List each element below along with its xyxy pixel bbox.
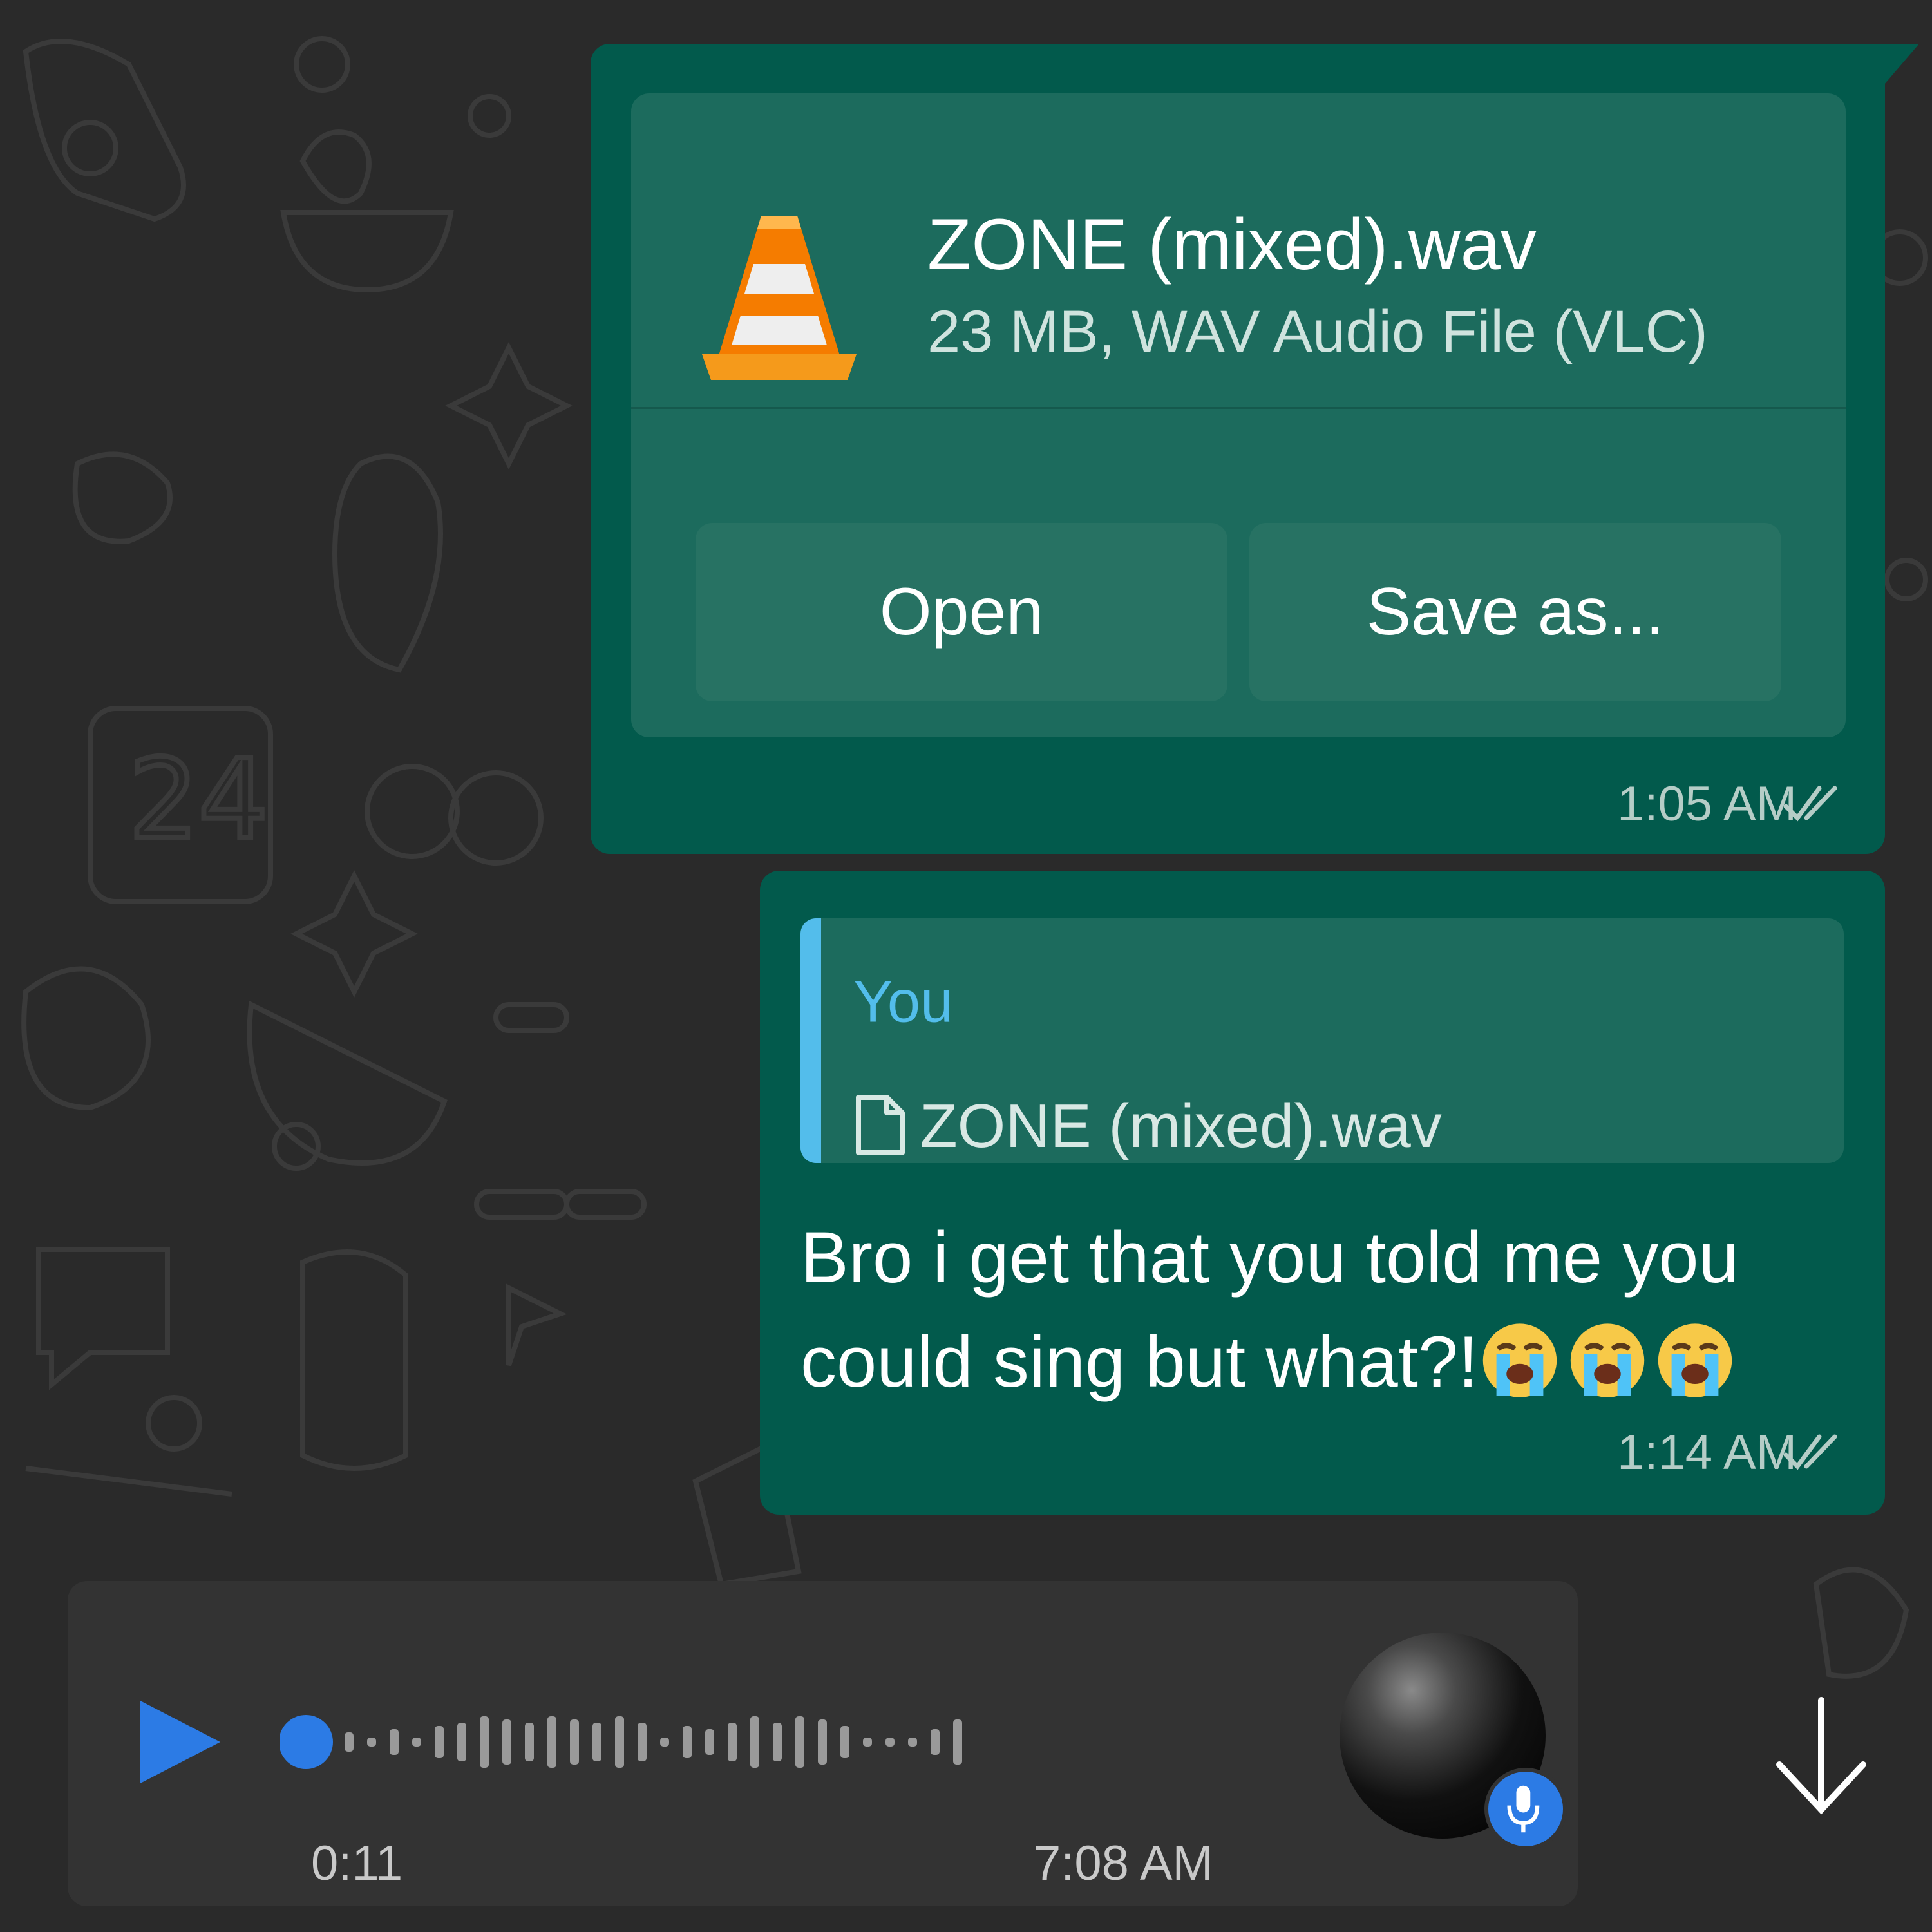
message-timestamp: 1:05 AM bbox=[1617, 777, 1797, 831]
waveform-bar bbox=[660, 1738, 669, 1747]
double-check-icon bbox=[1783, 1434, 1837, 1470]
message-timestamp: 1:14 AM bbox=[1617, 1425, 1797, 1480]
svg-text:24: 24 bbox=[129, 736, 268, 864]
waveform-bar bbox=[345, 1732, 354, 1752]
waveform-bar bbox=[840, 1726, 849, 1758]
waveform-bar bbox=[773, 1723, 782, 1761]
bubble-tail bbox=[1880, 44, 1919, 89]
waveform-bar bbox=[728, 1723, 737, 1761]
voice-duration: 0:11 bbox=[311, 1836, 403, 1891]
voice-timestamp: 7:08 AM bbox=[1034, 1836, 1213, 1891]
waveform-bar bbox=[705, 1729, 714, 1755]
file-message-bubble: ZONE (mixed).wav 23 MB, WAV Audio File (… bbox=[591, 44, 1885, 854]
reply-message-bubble: You ZONE (mixed).wav Bro i get that you … bbox=[760, 871, 1885, 1515]
file-info: ZONE (mixed).wav 23 MB, WAV Audio File (… bbox=[631, 93, 1846, 409]
quoted-file-name: ZONE (mixed).wav bbox=[920, 1092, 1442, 1160]
loudly-crying-face-icon bbox=[1658, 1323, 1732, 1397]
save-as-button[interactable]: Save as... bbox=[1249, 523, 1781, 701]
loudly-crying-face-icon bbox=[1483, 1323, 1557, 1397]
waveform-bar bbox=[457, 1723, 466, 1761]
file-details: 23 MB, WAV Audio File (VLC) bbox=[927, 299, 1708, 365]
waveform-bar bbox=[818, 1719, 827, 1765]
waveform-bar bbox=[367, 1738, 376, 1747]
document-icon bbox=[856, 1095, 905, 1155]
open-button[interactable]: Open bbox=[696, 523, 1227, 701]
mic-badge bbox=[1484, 1768, 1567, 1850]
file-name: ZONE (mixed).wav bbox=[927, 204, 1537, 285]
waveform-bar bbox=[570, 1719, 579, 1765]
waveform-bar bbox=[435, 1726, 444, 1758]
vlc-cone-icon bbox=[702, 216, 857, 380]
waveform-bar bbox=[412, 1738, 421, 1747]
waveform-bar bbox=[390, 1729, 399, 1755]
microphone-icon bbox=[1507, 1785, 1540, 1833]
waveform-bar bbox=[615, 1716, 624, 1768]
play-icon[interactable] bbox=[135, 1697, 225, 1787]
waveform-bar bbox=[931, 1729, 940, 1755]
loudly-crying-face-icon bbox=[1571, 1323, 1645, 1397]
quote-accent-bar bbox=[800, 918, 821, 1163]
quoted-message[interactable]: You ZONE (mixed).wav bbox=[800, 918, 1844, 1163]
waveform-bar bbox=[547, 1716, 556, 1768]
quoted-author: You bbox=[853, 969, 954, 1035]
double-check-icon bbox=[1783, 786, 1837, 822]
waveform-bar bbox=[795, 1716, 804, 1768]
waveform-bar bbox=[480, 1716, 489, 1768]
file-attachment-card[interactable]: ZONE (mixed).wav 23 MB, WAV Audio File (… bbox=[631, 93, 1846, 737]
waveform-bar bbox=[750, 1716, 759, 1768]
waveform-bar bbox=[638, 1723, 647, 1761]
waveform-bar bbox=[953, 1719, 962, 1765]
waveform-bar bbox=[908, 1738, 917, 1747]
waveform-bar bbox=[592, 1723, 601, 1761]
waveform-bar bbox=[683, 1726, 692, 1758]
audio-waveform[interactable] bbox=[280, 1703, 989, 1781]
waveform-bar bbox=[525, 1723, 534, 1761]
message-text: Bro i get that you told me you could sin… bbox=[800, 1206, 1844, 1414]
arrow-down-icon[interactable] bbox=[1719, 1649, 1932, 1861]
waveform-bar bbox=[502, 1719, 511, 1765]
waveform-bar bbox=[886, 1738, 895, 1747]
waveform-bar bbox=[863, 1738, 872, 1747]
voice-message: 0:11 7:08 AM bbox=[68, 1581, 1578, 1906]
playback-position-handle[interactable] bbox=[280, 1715, 333, 1769]
